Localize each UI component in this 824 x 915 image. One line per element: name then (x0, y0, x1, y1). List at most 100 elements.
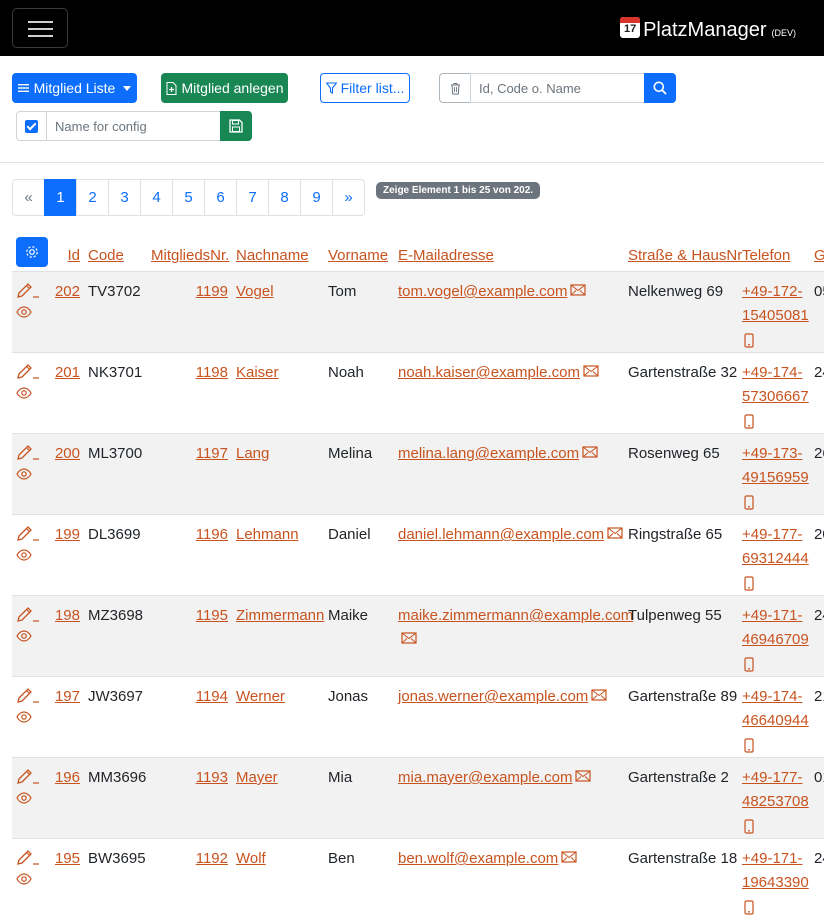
phone-part-1[interactable]: +49-172- (742, 280, 809, 304)
member-id-link[interactable]: 201 (52, 361, 80, 385)
view-icon[interactable] (16, 710, 32, 727)
member-id-link[interactable]: 198 (52, 604, 80, 628)
page-9[interactable]: 9 (300, 179, 333, 216)
config-checkbox[interactable] (25, 119, 38, 133)
member-list-dropdown[interactable]: Mitglied Liste (12, 73, 137, 103)
member-id-link[interactable]: 199 (52, 523, 80, 547)
member-id-link[interactable]: 196 (52, 766, 80, 790)
edit-icon[interactable] (16, 281, 40, 303)
page-5[interactable]: 5 (172, 179, 205, 216)
view-icon[interactable] (16, 791, 32, 808)
edit-icon[interactable] (16, 686, 40, 708)
phone-part-2[interactable]: 19643390 (742, 871, 809, 895)
member-nr-link[interactable]: 1193 (162, 766, 228, 790)
phone-part-1[interactable]: +49-174- (742, 685, 809, 709)
last-name-link[interactable]: Zimmermann (236, 604, 324, 628)
edit-icon[interactable] (16, 443, 40, 465)
member-nr-link[interactable]: 1194 (162, 685, 228, 709)
header-col-street[interactable]: Straße & HausNr (628, 247, 742, 264)
view-icon[interactable] (16, 872, 32, 889)
last-name-link[interactable]: Lehmann (236, 523, 299, 547)
view-icon[interactable] (16, 467, 32, 484)
phone-icon[interactable] (744, 899, 809, 915)
menu-toggle-button[interactable] (12, 8, 68, 48)
phone-part-1[interactable]: +49-173- (742, 442, 809, 466)
header-col-first-name[interactable]: Vorname (328, 247, 388, 264)
page-2[interactable]: 2 (76, 179, 109, 216)
phone-part-2[interactable]: 48253708 (742, 790, 809, 814)
view-icon[interactable] (16, 629, 32, 646)
filter-button[interactable]: Filter list... (320, 73, 410, 103)
member-nr-link[interactable]: 1199 (162, 280, 228, 304)
save-config-button[interactable] (220, 111, 252, 141)
header-col-last-name[interactable]: Nachname (236, 247, 309, 264)
header-col-email[interactable]: E-Mailadresse (398, 247, 494, 264)
member-id-link[interactable]: 197 (52, 685, 80, 709)
phone-part-2[interactable]: 46946709 (742, 628, 809, 652)
edit-icon[interactable] (16, 605, 40, 627)
phone-part-2[interactable]: 46640944 (742, 709, 809, 733)
last-name-link[interactable]: Vogel (236, 280, 274, 304)
header-col-code[interactable]: Code (88, 247, 124, 264)
search-input[interactable]: Id, Code o. Name (470, 73, 645, 103)
header-col-g[interactable]: G (814, 247, 824, 264)
edit-icon[interactable] (16, 362, 40, 384)
edit-icon[interactable] (16, 848, 40, 870)
email-link[interactable]: tom.vogel@example.com (398, 283, 567, 300)
page-8[interactable]: 8 (268, 179, 301, 216)
mail-icon[interactable] (591, 685, 607, 709)
mail-icon[interactable] (570, 280, 587, 304)
phone-part-2[interactable]: 57306667 (742, 385, 809, 409)
email-link[interactable]: melina.lang@example.com (398, 445, 579, 462)
phone-part-1[interactable]: +49-171- (742, 604, 809, 628)
member-id-link[interactable]: 202 (52, 280, 80, 304)
member-nr-link[interactable]: 1197 (162, 442, 228, 466)
email-link[interactable]: jonas.werner@example.com (398, 688, 588, 705)
brand[interactable]: 17 PlatzManager (DEV) (620, 15, 796, 42)
edit-icon[interactable] (16, 767, 40, 789)
email-link[interactable]: mia.mayer@example.com (398, 769, 572, 786)
member-id-link[interactable]: 200 (52, 442, 80, 466)
email-link[interactable]: ben.wolf@example.com (398, 850, 558, 867)
phone-part-1[interactable]: +49-177- (742, 766, 809, 790)
mail-icon[interactable] (582, 442, 598, 466)
page-next[interactable]: » (332, 179, 365, 216)
last-name-link[interactable]: Kaiser (236, 361, 279, 385)
view-icon[interactable] (16, 305, 32, 322)
last-name-link[interactable]: Werner (236, 685, 285, 709)
member-nr-link[interactable]: 1192 (162, 847, 228, 871)
config-name-input[interactable]: Name for config (46, 111, 221, 141)
header-col-member-nr[interactable]: MitgliedsNr. (151, 247, 229, 264)
member-id-link[interactable]: 195 (52, 847, 80, 871)
page-prev[interactable]: « (12, 179, 45, 216)
mail-icon[interactable] (561, 847, 577, 871)
header-col-phone[interactable]: Telefon (742, 247, 790, 264)
email-link[interactable]: maike.zimmermann@example.com (398, 607, 633, 624)
view-icon[interactable] (16, 548, 32, 565)
search-button[interactable] (644, 73, 676, 103)
page-4[interactable]: 4 (140, 179, 173, 216)
member-nr-link[interactable]: 1195 (162, 604, 228, 628)
phone-part-2[interactable]: 69312444 (742, 547, 809, 571)
mail-icon[interactable] (583, 361, 599, 385)
phone-part-1[interactable]: +49-177- (742, 523, 809, 547)
edit-icon[interactable] (16, 524, 40, 546)
last-name-link[interactable]: Lang (236, 442, 269, 466)
member-nr-link[interactable]: 1196 (162, 523, 228, 547)
member-nr-link[interactable]: 1198 (162, 361, 228, 385)
phone-part-2[interactable]: 49156959 (742, 466, 809, 490)
last-name-link[interactable]: Wolf (236, 847, 266, 871)
mail-icon[interactable] (575, 766, 592, 790)
phone-part-1[interactable]: +49-174- (742, 361, 809, 385)
header-col-id[interactable]: Id (54, 247, 80, 264)
create-member-button[interactable]: Mitglied anlegen (161, 73, 288, 103)
last-name-link[interactable]: Mayer (236, 766, 278, 790)
phone-part-2[interactable]: 15405081 (742, 304, 809, 328)
phone-part-1[interactable]: +49-171- (742, 847, 809, 871)
view-icon[interactable] (16, 386, 32, 403)
email-link[interactable]: noah.kaiser@example.com (398, 364, 580, 381)
mail-icon[interactable] (607, 523, 623, 547)
page-7[interactable]: 7 (236, 179, 269, 216)
clear-search-button[interactable] (439, 73, 471, 103)
column-config-button[interactable] (16, 237, 48, 267)
